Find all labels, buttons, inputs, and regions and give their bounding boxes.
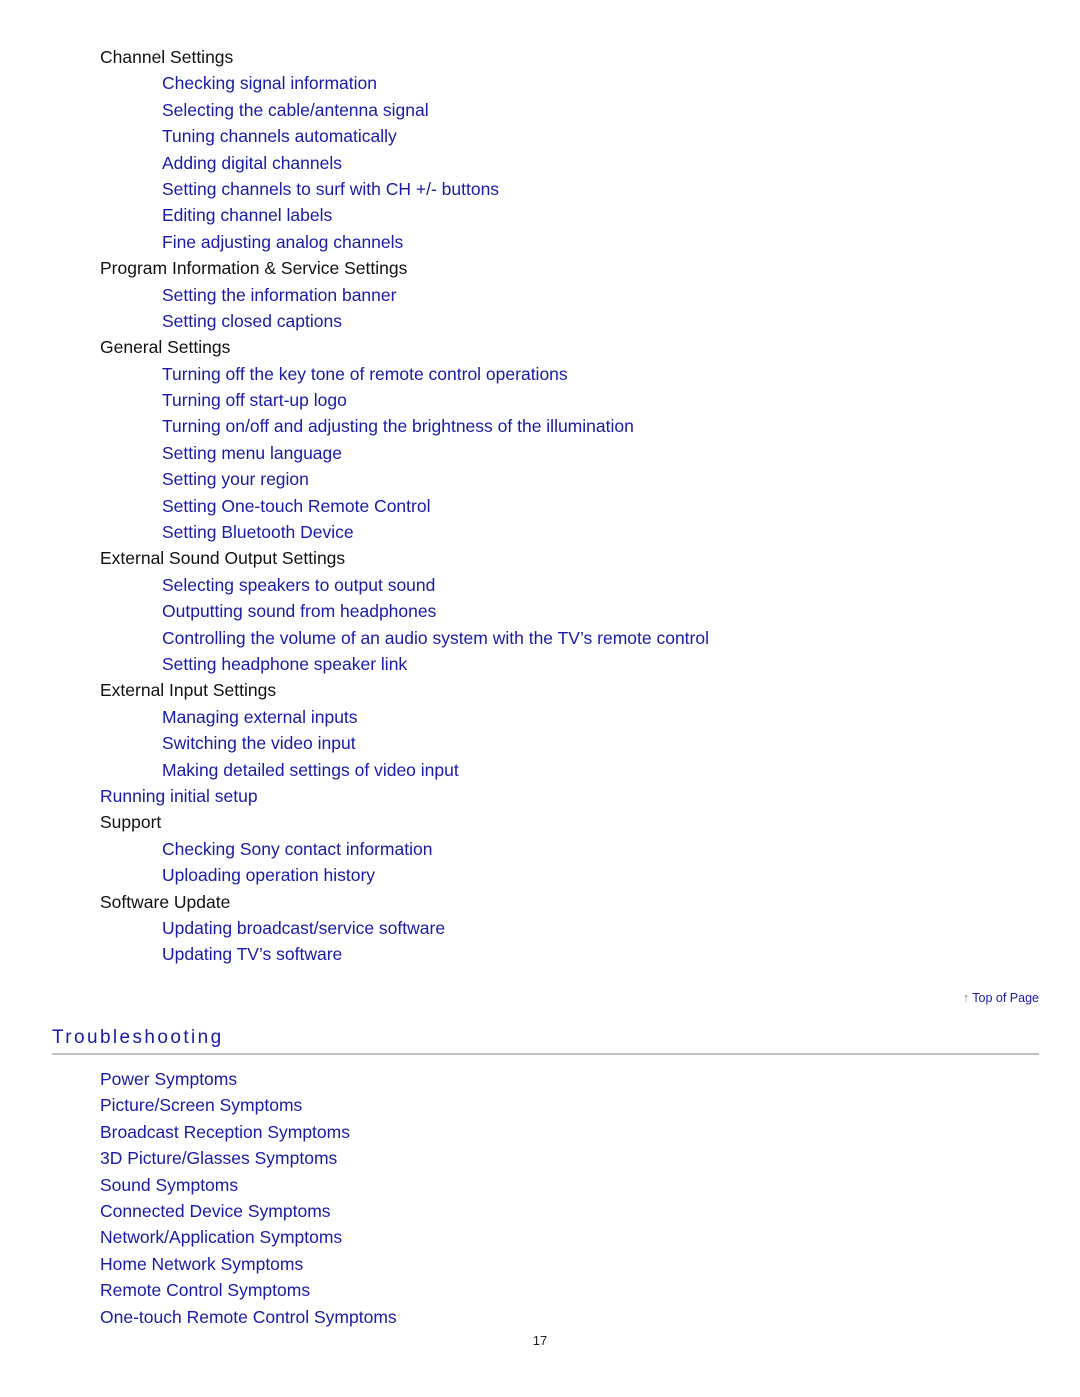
toc-link[interactable]: Turning off start-up logo <box>162 390 347 410</box>
toc-item: Selecting speakers to output sound <box>0 572 1080 598</box>
toc-link[interactable]: Fine adjusting analog channels <box>162 232 403 252</box>
toc-item: Setting your region <box>0 466 1080 492</box>
toc-link[interactable]: Outputting sound from headphones <box>162 601 436 621</box>
toc-link[interactable]: Tuning channels automatically <box>162 126 397 146</box>
toc-link[interactable]: Setting your region <box>162 469 309 489</box>
toc-item: Turning off the key tone of remote contr… <box>0 361 1080 387</box>
toc-link[interactable]: Uploading operation history <box>162 865 375 885</box>
troubleshooting-item: Broadcast Reception Symptoms <box>0 1119 1080 1145</box>
toc-item: Editing channel labels <box>0 202 1080 228</box>
toc-section-heading: General Settings <box>0 334 1080 360</box>
toc-item: Adding digital channels <box>0 150 1080 176</box>
toc-link[interactable]: Making detailed settings of video input <box>162 760 459 780</box>
toc-item: Setting Bluetooth Device <box>0 519 1080 545</box>
troubleshooting-item: Power Symptoms <box>0 1066 1080 1092</box>
troubleshooting-heading: Troubleshooting <box>52 1027 224 1048</box>
toc-item: Managing external inputs <box>0 704 1080 730</box>
toc-link[interactable]: Turning on/off and adjusting the brightn… <box>162 416 634 436</box>
section-heading-text: Program Information & Service Settings <box>100 258 408 279</box>
troubleshooting-item: Network/Application Symptoms <box>0 1224 1080 1250</box>
troubleshooting-item: Picture/Screen Symptoms <box>0 1092 1080 1118</box>
toc-item: Controlling the volume of an audio syste… <box>0 625 1080 651</box>
toc-item: Uploading operation history <box>0 862 1080 888</box>
toc-link[interactable]: Selecting the cable/antenna signal <box>162 100 429 120</box>
toc-link[interactable]: Managing external inputs <box>162 707 358 727</box>
toc-section-heading: External Sound Output Settings <box>0 545 1080 571</box>
toc-link[interactable]: Setting menu language <box>162 443 342 463</box>
toc-link[interactable]: Setting closed captions <box>162 311 342 331</box>
toc-item: Setting headphone speaker link <box>0 651 1080 677</box>
toc-link[interactable]: Checking Sony contact information <box>162 839 432 859</box>
toc-item: Setting the information banner <box>0 282 1080 308</box>
top-of-page-label[interactable]: Top of Page <box>972 991 1039 1005</box>
toc-link[interactable]: Setting One-touch Remote Control <box>162 496 430 516</box>
section-divider <box>52 1053 1039 1055</box>
troubleshooting-link[interactable]: Broadcast Reception Symptoms <box>100 1122 350 1142</box>
toc-link[interactable]: Turning off the key tone of remote contr… <box>162 364 568 384</box>
section-heading-text: External Sound Output Settings <box>100 548 346 569</box>
toc-link[interactable]: Setting headphone speaker link <box>162 654 407 674</box>
toc-section-heading: External Input Settings <box>0 677 1080 703</box>
toc-item: Checking signal information <box>0 70 1080 96</box>
troubleshooting-link[interactable]: Power Symptoms <box>100 1069 237 1089</box>
toc-item: Updating broadcast/service software <box>0 915 1080 941</box>
toc-item: Tuning channels automatically <box>0 123 1080 149</box>
toc-link[interactable]: Checking signal information <box>162 73 377 93</box>
section-heading-text: Channel Settings <box>100 47 234 67</box>
troubleshooting-link[interactable]: One-touch Remote Control Symptoms <box>100 1307 397 1327</box>
toc-link[interactable]: Running initial setup <box>100 786 258 806</box>
toc-section-heading: Support <box>0 809 1080 835</box>
toc-link[interactable]: Setting the information banner <box>162 285 396 305</box>
toc-item: Switching the video input <box>0 730 1080 756</box>
section-heading-text: Support <box>100 812 162 833</box>
section-heading-text: General Settings <box>100 337 231 358</box>
toc-link[interactable]: Selecting speakers to output sound <box>162 575 435 595</box>
troubleshooting-link[interactable]: Remote Control Symptoms <box>100 1280 310 1300</box>
toc-link[interactable]: Updating TV’s software <box>162 944 342 964</box>
troubleshooting-link[interactable]: Sound Symptoms <box>100 1175 238 1195</box>
toc-link[interactable]: Updating broadcast/service software <box>162 918 445 938</box>
toc-item: Outputting sound from headphones <box>0 598 1080 624</box>
toc-item: Fine adjusting analog channels <box>0 229 1080 255</box>
troubleshooting-link[interactable]: Network/Application Symptoms <box>100 1227 342 1247</box>
toc-section-heading: Software Update <box>0 889 1080 915</box>
toc-item: Selecting the cable/antenna signal <box>0 97 1080 123</box>
troubleshooting-link[interactable]: Picture/Screen Symptoms <box>100 1095 302 1115</box>
troubleshooting-item: Connected Device Symptoms <box>0 1198 1080 1224</box>
toc-item: Setting One-touch Remote Control <box>0 493 1080 519</box>
toc-item: Setting channels to surf with CH +/- but… <box>0 176 1080 202</box>
toc-section-heading: Program Information & Service Settings <box>0 255 1080 281</box>
page-number: 17 <box>532 1333 548 1348</box>
section-heading-text: Software Update <box>100 891 231 912</box>
toc-link[interactable]: Setting channels to surf with CH +/- but… <box>162 179 499 199</box>
toc-link[interactable]: Controlling the volume of an audio syste… <box>162 628 709 648</box>
toc-item: Setting menu language <box>0 440 1080 466</box>
toc-link[interactable]: Switching the video input <box>162 733 356 753</box>
troubleshooting-link[interactable]: 3D Picture/Glasses Symptoms <box>100 1148 337 1168</box>
toc-item: Checking Sony contact information <box>0 836 1080 862</box>
toc-item: Setting closed captions <box>0 308 1080 334</box>
troubleshooting-link[interactable]: Home Network Symptoms <box>100 1254 303 1274</box>
toc-item: Making detailed settings of video input <box>0 757 1080 783</box>
troubleshooting-item: Home Network Symptoms <box>0 1251 1080 1277</box>
troubleshooting-item: 3D Picture/Glasses Symptoms <box>0 1145 1080 1171</box>
toc-item: Turning off start-up logo <box>0 387 1080 413</box>
troubleshooting-link[interactable]: Connected Device Symptoms <box>100 1201 331 1221</box>
toc-link[interactable]: Adding digital channels <box>162 153 342 173</box>
top-of-page-link[interactable]: ↑ Top of Page <box>963 990 1039 1005</box>
troubleshooting-item: Remote Control Symptoms <box>0 1277 1080 1303</box>
toc-link[interactable]: Setting Bluetooth Device <box>162 522 354 542</box>
troubleshooting-item: One-touch Remote Control Symptoms <box>0 1304 1080 1330</box>
section-heading-text: External Input Settings <box>100 680 277 701</box>
table-of-contents: Channel Settings Checking signal informat… <box>0 44 1080 968</box>
toc-item: Updating TV’s software <box>0 941 1080 967</box>
up-arrow-icon: ↑ <box>962 990 970 1005</box>
toc-link[interactable]: Editing channel labels <box>162 205 332 225</box>
troubleshooting-item: Sound Symptoms <box>0 1172 1080 1198</box>
toc-item: Turning on/off and adjusting the brightn… <box>0 413 1080 439</box>
troubleshooting-list: Power Symptoms Picture/Screen Symptoms Bro… <box>0 1066 1080 1330</box>
toc-item: Running initial setup <box>0 783 1080 809</box>
toc-section-heading: Channel Settings <box>0 44 1080 70</box>
